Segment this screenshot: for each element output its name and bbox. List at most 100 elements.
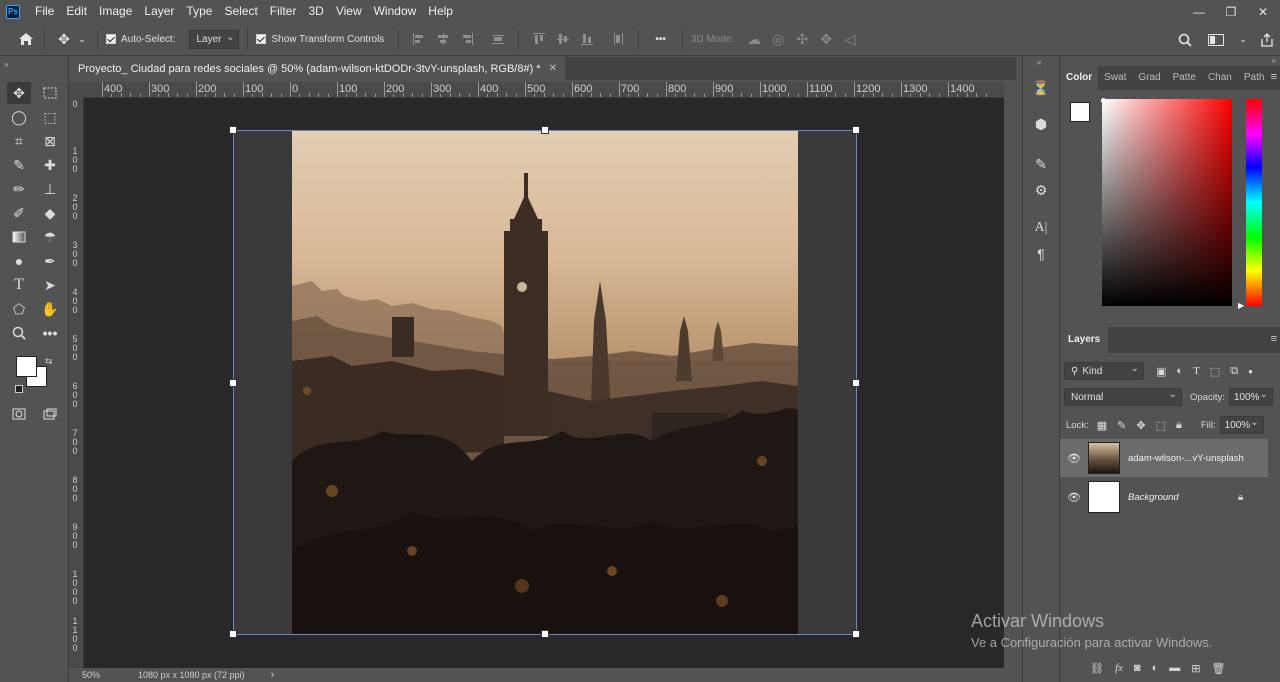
eye-icon[interactable]: 👁︎ <box>1060 491 1088 504</box>
adjustment-layer-icon[interactable]: ◐ <box>1152 662 1159 675</box>
link-layers-icon[interactable]: ⛓ <box>1090 662 1104 675</box>
fx-icon[interactable]: fx <box>1115 662 1123 675</box>
edit-toolbar-icon[interactable]: ••• <box>38 322 62 344</box>
tab-paths[interactable]: Path <box>1238 66 1271 90</box>
filter-toggle-icon[interactable]: ● <box>1248 367 1253 376</box>
brush-tool-icon[interactable]: ✏ <box>7 178 31 200</box>
close-icon[interactable]: ✕ <box>549 63 557 74</box>
align-left-icon[interactable] <box>412 32 426 46</box>
filter-pixel-icon[interactable]: ▣ <box>1156 365 1166 378</box>
move-tool-icon[interactable]: ✥ <box>53 31 75 48</box>
share-icon[interactable] <box>1258 32 1276 47</box>
menu-edit[interactable]: Edit <box>60 0 93 23</box>
layer-name[interactable]: adam-wilson-...vY-unsplash <box>1128 453 1244 464</box>
lasso-tool-icon[interactable]: ◯ <box>7 106 31 128</box>
zoom-level[interactable]: 50% <box>70 670 118 680</box>
fill-field[interactable]: 100% <box>1219 416 1264 434</box>
auto-select-checkbox[interactable] <box>106 34 116 44</box>
gradient-tool-icon[interactable] <box>7 226 31 248</box>
color-swatches[interactable] <box>16 356 47 387</box>
close-button[interactable]: ✕ <box>1254 5 1272 19</box>
collapse-icon[interactable]: » <box>4 60 8 69</box>
healing-brush-tool-icon[interactable]: ✚ <box>38 154 62 176</box>
status-menu-arrow[interactable]: › <box>271 669 275 681</box>
screen-mode-icon[interactable] <box>38 403 62 425</box>
panel-menu-icon[interactable]: ≡ <box>1271 333 1277 345</box>
blur-tool-icon[interactable]: ☂ <box>38 226 62 248</box>
layer-row[interactable]: 👁︎ adam-wilson-...vY-unsplash <box>1060 439 1268 477</box>
horizontal-ruler[interactable]: 400 300 200 100 0 100 200 300 400 500 600 700 800 900… <box>84 82 1004 98</box>
filter-adjustment-icon[interactable]: ◐ <box>1176 365 1183 377</box>
foreground-color-swatch[interactable] <box>16 356 37 377</box>
align-bottom-icon[interactable] <box>580 32 594 46</box>
eyedropper-tool-icon[interactable]: ✎ <box>7 154 31 176</box>
panel-menu-icon[interactable]: ≡ <box>1271 71 1277 83</box>
zoom-tool-icon[interactable] <box>7 322 31 344</box>
align-middle-v-icon[interactable] <box>556 32 570 46</box>
add-mask-icon[interactable]: ◙ <box>1134 662 1141 675</box>
search-icon[interactable] <box>1176 33 1194 47</box>
lock-all-icon[interactable]: 🔒︎ <box>1176 419 1182 432</box>
hue-slider-marker[interactable]: ▶ <box>1238 301 1244 310</box>
3d-slide-icon[interactable]: ✥ <box>814 31 838 48</box>
workspace-icon[interactable] <box>1204 33 1228 46</box>
3d-panel-icon[interactable]: ⬢ <box>1031 114 1051 134</box>
history-panel-icon[interactable]: ⏳ <box>1031 78 1051 98</box>
frame-tool-icon[interactable]: ⊠ <box>38 130 62 152</box>
show-transform-checkbox[interactable] <box>256 34 267 44</box>
foreground-color-swatch[interactable] <box>1070 102 1090 122</box>
marquee-tool-icon[interactable] <box>38 82 62 104</box>
chevron-down-icon[interactable]: ⌄ <box>1238 34 1248 45</box>
lock-position-icon[interactable]: ✥ <box>1136 419 1145 432</box>
clone-stamp-tool-icon[interactable]: ⊥ <box>38 178 62 200</box>
menu-select[interactable]: Select <box>218 0 263 23</box>
3d-scale-icon[interactable]: ◁ <box>838 31 862 48</box>
layer-name[interactable]: Background <box>1128 492 1238 503</box>
menu-layer[interactable]: Layer <box>138 0 180 23</box>
object-select-tool-icon[interactable]: ⬚ <box>38 106 62 128</box>
tab-swatches[interactable]: Swat <box>1098 66 1132 90</box>
new-layer-icon[interactable]: ⊞ <box>1191 662 1200 675</box>
path-selection-tool-icon[interactable]: ➤ <box>38 274 62 296</box>
vertical-ruler[interactable]: 0 100 200 300 400 500 600 700 800 900 1000 1100 <box>69 98 84 668</box>
align-top-icon[interactable] <box>532 32 546 46</box>
menu-image[interactable]: Image <box>93 0 138 23</box>
restore-button[interactable]: ❐ <box>1222 5 1240 19</box>
3d-roll-icon[interactable]: ◎ <box>766 31 790 48</box>
menu-3d[interactable]: 3D <box>302 0 329 23</box>
pen-tool-icon[interactable]: ✒ <box>38 250 62 272</box>
eye-icon[interactable]: 👁︎ <box>1060 452 1088 465</box>
character-panel-icon[interactable]: A| <box>1031 218 1051 238</box>
history-brush-tool-icon[interactable]: ✐ <box>7 202 31 224</box>
color-picker-field[interactable] <box>1102 99 1232 306</box>
photo-layer[interactable] <box>292 131 798 635</box>
document-tab[interactable]: Proyecto_ Ciudad para redes sociales @ 5… <box>70 57 565 80</box>
swap-colors-icon[interactable]: ⇆ <box>45 356 53 367</box>
layer-row[interactable]: 👁︎ Background 🔒︎ <box>1060 478 1268 516</box>
delete-layer-icon[interactable]: 🗑︎ <box>1211 662 1225 675</box>
3d-orbit-icon[interactable]: ☁ <box>742 31 766 48</box>
color-picker-cursor[interactable] <box>1101 98 1106 103</box>
menu-file[interactable]: File <box>29 0 60 23</box>
adjustments-icon[interactable]: ⚙ <box>1031 180 1051 200</box>
type-tool-icon[interactable]: T <box>7 274 31 296</box>
crop-tool-icon[interactable]: ⌗ <box>7 130 31 152</box>
distribute-icon[interactable] <box>491 32 505 46</box>
align-center-h-icon[interactable] <box>436 32 450 46</box>
home-icon[interactable] <box>12 32 40 46</box>
align-right-icon[interactable] <box>460 32 474 46</box>
filter-smart-object-icon[interactable]: ⧉ <box>1230 365 1238 378</box>
tab-color[interactable]: Color <box>1060 66 1099 90</box>
brush-settings-icon[interactable]: ✎ <box>1031 154 1051 174</box>
minimize-button[interactable]: — <box>1190 5 1208 19</box>
canvas-area[interactable] <box>84 98 1004 668</box>
tab-patterns[interactable]: Patte <box>1167 66 1202 90</box>
more-options-button[interactable]: ••• <box>655 34 666 45</box>
new-group-icon[interactable]: ▬ <box>1169 662 1180 675</box>
lock-transparent-icon[interactable]: ▦ <box>1097 419 1107 432</box>
menu-window[interactable]: Window <box>368 0 423 23</box>
menu-help[interactable]: Help <box>422 0 459 23</box>
hand-tool-icon[interactable]: ✋ <box>38 298 62 320</box>
tab-channels[interactable]: Chan <box>1202 66 1238 90</box>
blend-mode-dropdown[interactable]: Normal <box>1064 388 1182 406</box>
